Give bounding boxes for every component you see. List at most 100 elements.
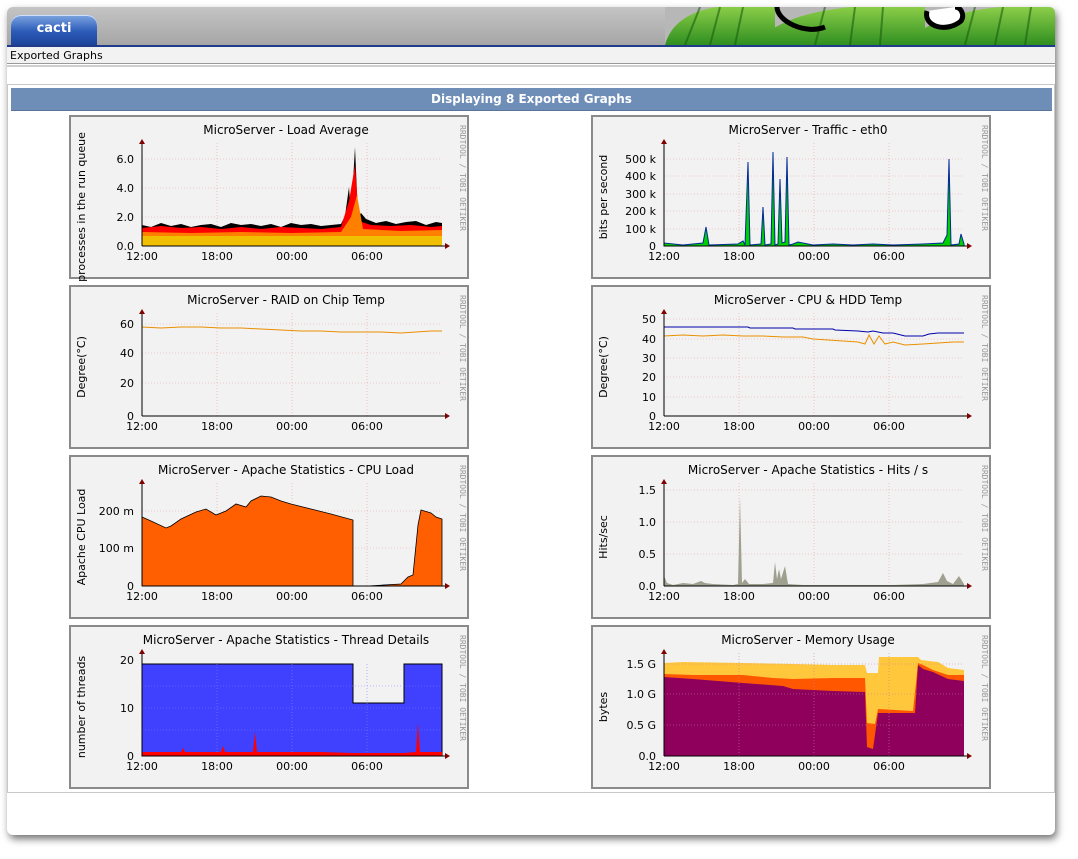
y-ticks: 0.00.5 G1.0 G1.5 G: [626, 658, 656, 763]
svg-text:18:00: 18:00: [723, 760, 755, 773]
tab-cacti[interactable]: cacti: [11, 15, 97, 45]
graph-cpu-hdd-temp[interactable]: MicroServer - CPU & HDD Temp Degree(°C) …: [591, 285, 991, 449]
x-axis-arrow: [445, 243, 450, 249]
browser-window: cacti Exported Graphs Displaying 8 Expor…: [7, 7, 1055, 835]
grid: [664, 483, 964, 586]
watermark: RRDTOOL / TOBI OETIKER: [980, 295, 989, 401]
series-cpu-load: [141, 495, 443, 587]
svg-text:10: 10: [120, 702, 134, 715]
x-ticks: 12:00 18:00 00:00 06:00: [648, 420, 905, 433]
watermark: RRDTOOL / TOBI OETIKER: [458, 295, 467, 401]
svg-text:00:00: 00:00: [276, 420, 308, 433]
svg-text:200 m: 200 m: [99, 505, 134, 518]
y-ticks: 01020: [120, 654, 134, 763]
svg-text:6.0: 6.0: [117, 153, 135, 166]
cacti-logo: [665, 7, 1055, 45]
x-axis-arrow: [445, 583, 450, 589]
svg-text:06:00: 06:00: [873, 760, 905, 773]
divider: [7, 65, 1055, 67]
y-axis-arrow: [661, 309, 667, 314]
graph-title: MicroServer - Traffic - eth0: [729, 123, 888, 137]
svg-text:00:00: 00:00: [798, 590, 830, 603]
svg-text:00:00: 00:00: [276, 590, 308, 603]
y-axis-label: number of threads: [75, 656, 88, 759]
svg-text:00:00: 00:00: [276, 250, 308, 263]
y-axis-label: bits per second: [597, 155, 610, 240]
y-axis-label: bytes: [597, 692, 610, 723]
top-navigation-bar: cacti: [7, 7, 1055, 47]
y-axis-arrow: [661, 479, 667, 484]
svg-text:18:00: 18:00: [201, 420, 233, 433]
x-ticks: 12:00 18:00 00:00 06:00: [126, 590, 383, 603]
svg-text:06:00: 06:00: [351, 590, 383, 603]
watermark: RRDTOOL / TOBI OETIKER: [458, 125, 467, 231]
graph-load-average[interactable]: MicroServer - Load Average processes in …: [69, 115, 469, 281]
breadcrumb[interactable]: Exported Graphs: [7, 47, 1055, 64]
graph-title: MicroServer - Load Average: [203, 123, 369, 137]
svg-text:06:00: 06:00: [873, 590, 905, 603]
svg-text:1.0: 1.0: [639, 516, 657, 529]
svg-text:400 k: 400 k: [625, 170, 656, 183]
x-axis-arrow: [967, 413, 972, 419]
series-traffic: [663, 151, 965, 247]
watermark: RRDTOOL / TOBI OETIKER: [458, 465, 467, 571]
svg-text:06:00: 06:00: [351, 420, 383, 433]
svg-text:06:00: 06:00: [873, 420, 905, 433]
grid: [142, 313, 442, 416]
x-axis-arrow: [967, 243, 972, 249]
svg-text:12:00: 12:00: [648, 250, 680, 263]
svg-text:18:00: 18:00: [201, 250, 233, 263]
svg-text:100 k: 100 k: [625, 223, 656, 236]
x-ticks: 12:00 18:00 00:00 06:00: [648, 590, 905, 603]
graph-title: MicroServer - Apache Statistics - Hits /…: [688, 463, 928, 477]
svg-text:00:00: 00:00: [276, 760, 308, 773]
x-ticks: 12:00 18:00 00:00 06:00: [126, 250, 383, 263]
y-ticks: 0204060: [120, 318, 134, 423]
y-axis-arrow: [139, 479, 145, 484]
svg-text:1.0 G: 1.0 G: [626, 688, 656, 701]
svg-text:06:00: 06:00: [351, 250, 383, 263]
graph-memory-usage[interactable]: MicroServer - Memory Usage bytes RRDTOOL…: [591, 625, 991, 789]
svg-text:06:00: 06:00: [873, 250, 905, 263]
x-axis-arrow: [967, 753, 972, 759]
grid: [664, 313, 964, 416]
svg-text:200 k: 200 k: [625, 205, 656, 218]
y-axis-arrow: [139, 649, 145, 654]
watermark: RRDTOOL / TOBI OETIKER: [980, 125, 989, 231]
svg-text:20: 20: [120, 377, 134, 390]
y-axis-arrow: [661, 139, 667, 144]
x-ticks: 12:00 18:00 00:00 06:00: [126, 760, 383, 773]
y-axis-arrow: [139, 309, 145, 314]
y-axis-arrow: [139, 139, 145, 144]
graph-traffic-eth0[interactable]: MicroServer - Traffic - eth0 bits per se…: [591, 115, 991, 279]
x-axis-arrow: [967, 583, 972, 589]
svg-text:20: 20: [120, 654, 134, 667]
graph-apache-threads[interactable]: MicroServer - Apache Statistics - Thread…: [69, 625, 469, 789]
y-ticks: 0100 k200 k300 k400 k500 k: [625, 153, 656, 253]
svg-text:50: 50: [642, 313, 656, 326]
graph-title: MicroServer - CPU & HDD Temp: [714, 293, 902, 307]
svg-text:18:00: 18:00: [723, 420, 755, 433]
series-temp: [141, 326, 442, 334]
x-axis-arrow: [445, 413, 450, 419]
svg-text:00:00: 00:00: [798, 420, 830, 433]
x-axis-arrow: [445, 753, 450, 759]
graph-apache-cpu-load[interactable]: MicroServer - Apache Statistics - CPU Lo…: [69, 455, 469, 619]
svg-text:18:00: 18:00: [201, 760, 233, 773]
svg-text:12:00: 12:00: [648, 420, 680, 433]
svg-text:0.5: 0.5: [639, 548, 657, 561]
svg-text:60: 60: [120, 318, 134, 331]
y-axis-label: Hits/sec: [597, 515, 610, 559]
svg-text:18:00: 18:00: [723, 250, 755, 263]
watermark: RRDTOOL / TOBI OETIKER: [980, 465, 989, 571]
y-axis-label: Degree(°C): [597, 336, 610, 398]
x-ticks: 12:00 18:00 00:00 06:00: [648, 760, 905, 773]
graph-apache-hits[interactable]: MicroServer - Apache Statistics - Hits /…: [591, 455, 991, 619]
y-ticks: 0100 m200 m: [99, 505, 134, 593]
y-axis-arrow: [661, 649, 667, 654]
graph-raid-chip-temp[interactable]: MicroServer - RAID on Chip Temp Degree(°…: [69, 285, 469, 449]
graph-title: MicroServer - Apache Statistics - Thread…: [143, 633, 429, 647]
svg-text:12:00: 12:00: [648, 760, 680, 773]
y-axis-label: processes in the run queue: [75, 132, 88, 281]
svg-text:06:00: 06:00: [351, 760, 383, 773]
